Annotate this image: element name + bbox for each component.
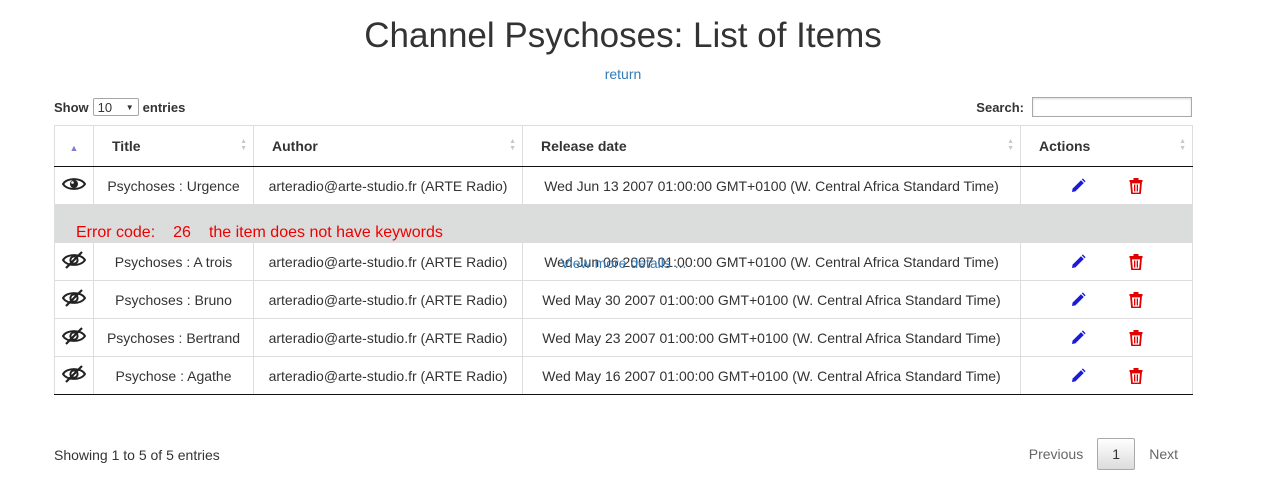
page-length-control: Show 10 ▼ entries <box>54 98 185 116</box>
actions-cell <box>1020 166 1193 205</box>
error-code-label: Error code: <box>76 224 156 241</box>
release-date-cell: Wed May 16 2007 01:00:00 GMT+0100 (W. Ce… <box>522 356 1021 395</box>
page-1-button[interactable]: 1 <box>1097 438 1136 470</box>
title-cell: Psychose : Agathe <box>93 356 254 395</box>
table-row: Psychose : Agathe arteradio@arte-studio.… <box>54 356 1193 395</box>
column-header-actions[interactable]: Actions ▲ ▼ <box>1020 125 1193 167</box>
title-cell: Psychoses : Urgence <box>93 166 254 205</box>
search-label: Search: <box>976 99 1024 115</box>
table-header-row: ▲ Title ▲ ▼ Author ▲ ▼ Release date ▲ ▼ Act… <box>54 125 1193 167</box>
title-cell: Psychoses : Bruno <box>93 280 254 319</box>
delete-trash-icon[interactable] <box>1127 329 1145 347</box>
return-link[interactable]: return <box>0 66 1246 82</box>
sort-icon: ▲ ▼ <box>1007 138 1014 152</box>
actions-cell <box>1020 318 1193 357</box>
column-header-author[interactable]: Author ▲ ▼ <box>253 125 523 167</box>
error-detail-cell: Error code: 26 the item does not have keyw… <box>54 204 1193 271</box>
eye-icon[interactable] <box>61 176 87 192</box>
table-row: Psychoses : Bertrand arteradio@arte-stud… <box>54 318 1193 357</box>
edit-pencil-icon[interactable] <box>1069 329 1087 347</box>
view-details-link[interactable]: View more details ... <box>55 255 1192 271</box>
chevron-down-icon: ▼ <box>125 102 134 112</box>
sort-ascending-icon: ▲ <box>69 143 79 153</box>
column-release-date-label: Release date <box>541 138 627 154</box>
table-info: Showing 1 to 5 of 5 entries <box>54 447 220 463</box>
column-title-label: Title <box>112 138 141 154</box>
column-header-release-date[interactable]: Release date ▲ ▼ <box>522 125 1021 167</box>
visibility-cell[interactable] <box>54 356 94 395</box>
error-row: Error code: 26 the item does not have keyw… <box>54 204 1193 271</box>
entries-label: entries <box>142 99 186 115</box>
sort-icon: ▲ ▼ <box>240 138 247 152</box>
sort-icon: ▲ ▼ <box>509 138 516 152</box>
delete-trash-icon[interactable] <box>1127 291 1145 309</box>
previous-page-button[interactable]: Previous <box>1015 438 1097 470</box>
edit-pencil-icon[interactable] <box>1069 177 1087 195</box>
table-row: Psychoses : Urgence arteradio@arte-studi… <box>54 166 1193 205</box>
release-date-cell: Wed May 23 2007 01:00:00 GMT+0100 (W. Ce… <box>522 318 1021 357</box>
release-date-cell: Wed May 30 2007 01:00:00 GMT+0100 (W. Ce… <box>522 280 1021 319</box>
search-input[interactable] <box>1032 97 1192 117</box>
edit-pencil-icon[interactable] <box>1069 291 1087 309</box>
author-cell: arteradio@arte-studio.fr (ARTE Radio) <box>253 356 523 395</box>
page-length-select[interactable]: 10 ▼ <box>92 98 139 116</box>
title-cell: Psychoses : Bertrand <box>93 318 254 357</box>
actions-cell <box>1020 280 1193 319</box>
eye-slash-icon[interactable] <box>61 289 87 307</box>
show-label: Show <box>54 99 89 115</box>
column-author-label: Author <box>272 138 318 154</box>
author-cell: arteradio@arte-studio.fr (ARTE Radio) <box>253 318 523 357</box>
sort-icon: ▲ ▼ <box>1179 138 1186 152</box>
error-message: Error code: 26 the item does not have keyw… <box>76 224 461 242</box>
pagination: Previous 1 Next <box>1015 438 1192 470</box>
visibility-cell[interactable] <box>54 166 94 205</box>
items-table: ▲ Title ▲ ▼ Author ▲ ▼ Release date ▲ ▼ Act… <box>54 125 1193 395</box>
next-page-button[interactable]: Next <box>1135 438 1192 470</box>
column-header-title[interactable]: Title ▲ ▼ <box>93 125 254 167</box>
delete-trash-icon[interactable] <box>1127 177 1145 195</box>
table-row: Psychoses : Bruno arteradio@arte-studio.… <box>54 280 1193 319</box>
page-title: Channel Psychoses: List of Items <box>364 16 882 55</box>
author-cell: arteradio@arte-studio.fr (ARTE Radio) <box>253 166 523 205</box>
page-length-value: 10 <box>97 99 113 115</box>
error-text: the item does not have keywords <box>208 224 443 241</box>
search-control: Search: <box>976 97 1192 117</box>
actions-cell <box>1020 356 1193 395</box>
edit-pencil-icon[interactable] <box>1069 367 1087 385</box>
visibility-cell[interactable] <box>54 280 94 319</box>
column-actions-label: Actions <box>1039 138 1091 154</box>
eye-slash-icon[interactable] <box>61 365 87 383</box>
author-cell: arteradio@arte-studio.fr (ARTE Radio) <box>253 280 523 319</box>
release-date-cell: Wed Jun 13 2007 01:00:00 GMT+0100 (W. Ce… <box>522 166 1021 205</box>
delete-trash-icon[interactable] <box>1127 367 1145 385</box>
error-code-value: 26 <box>173 224 191 241</box>
visibility-cell[interactable] <box>54 318 94 357</box>
eye-slash-icon[interactable] <box>61 327 87 345</box>
column-header-visibility[interactable]: ▲ <box>54 125 94 167</box>
